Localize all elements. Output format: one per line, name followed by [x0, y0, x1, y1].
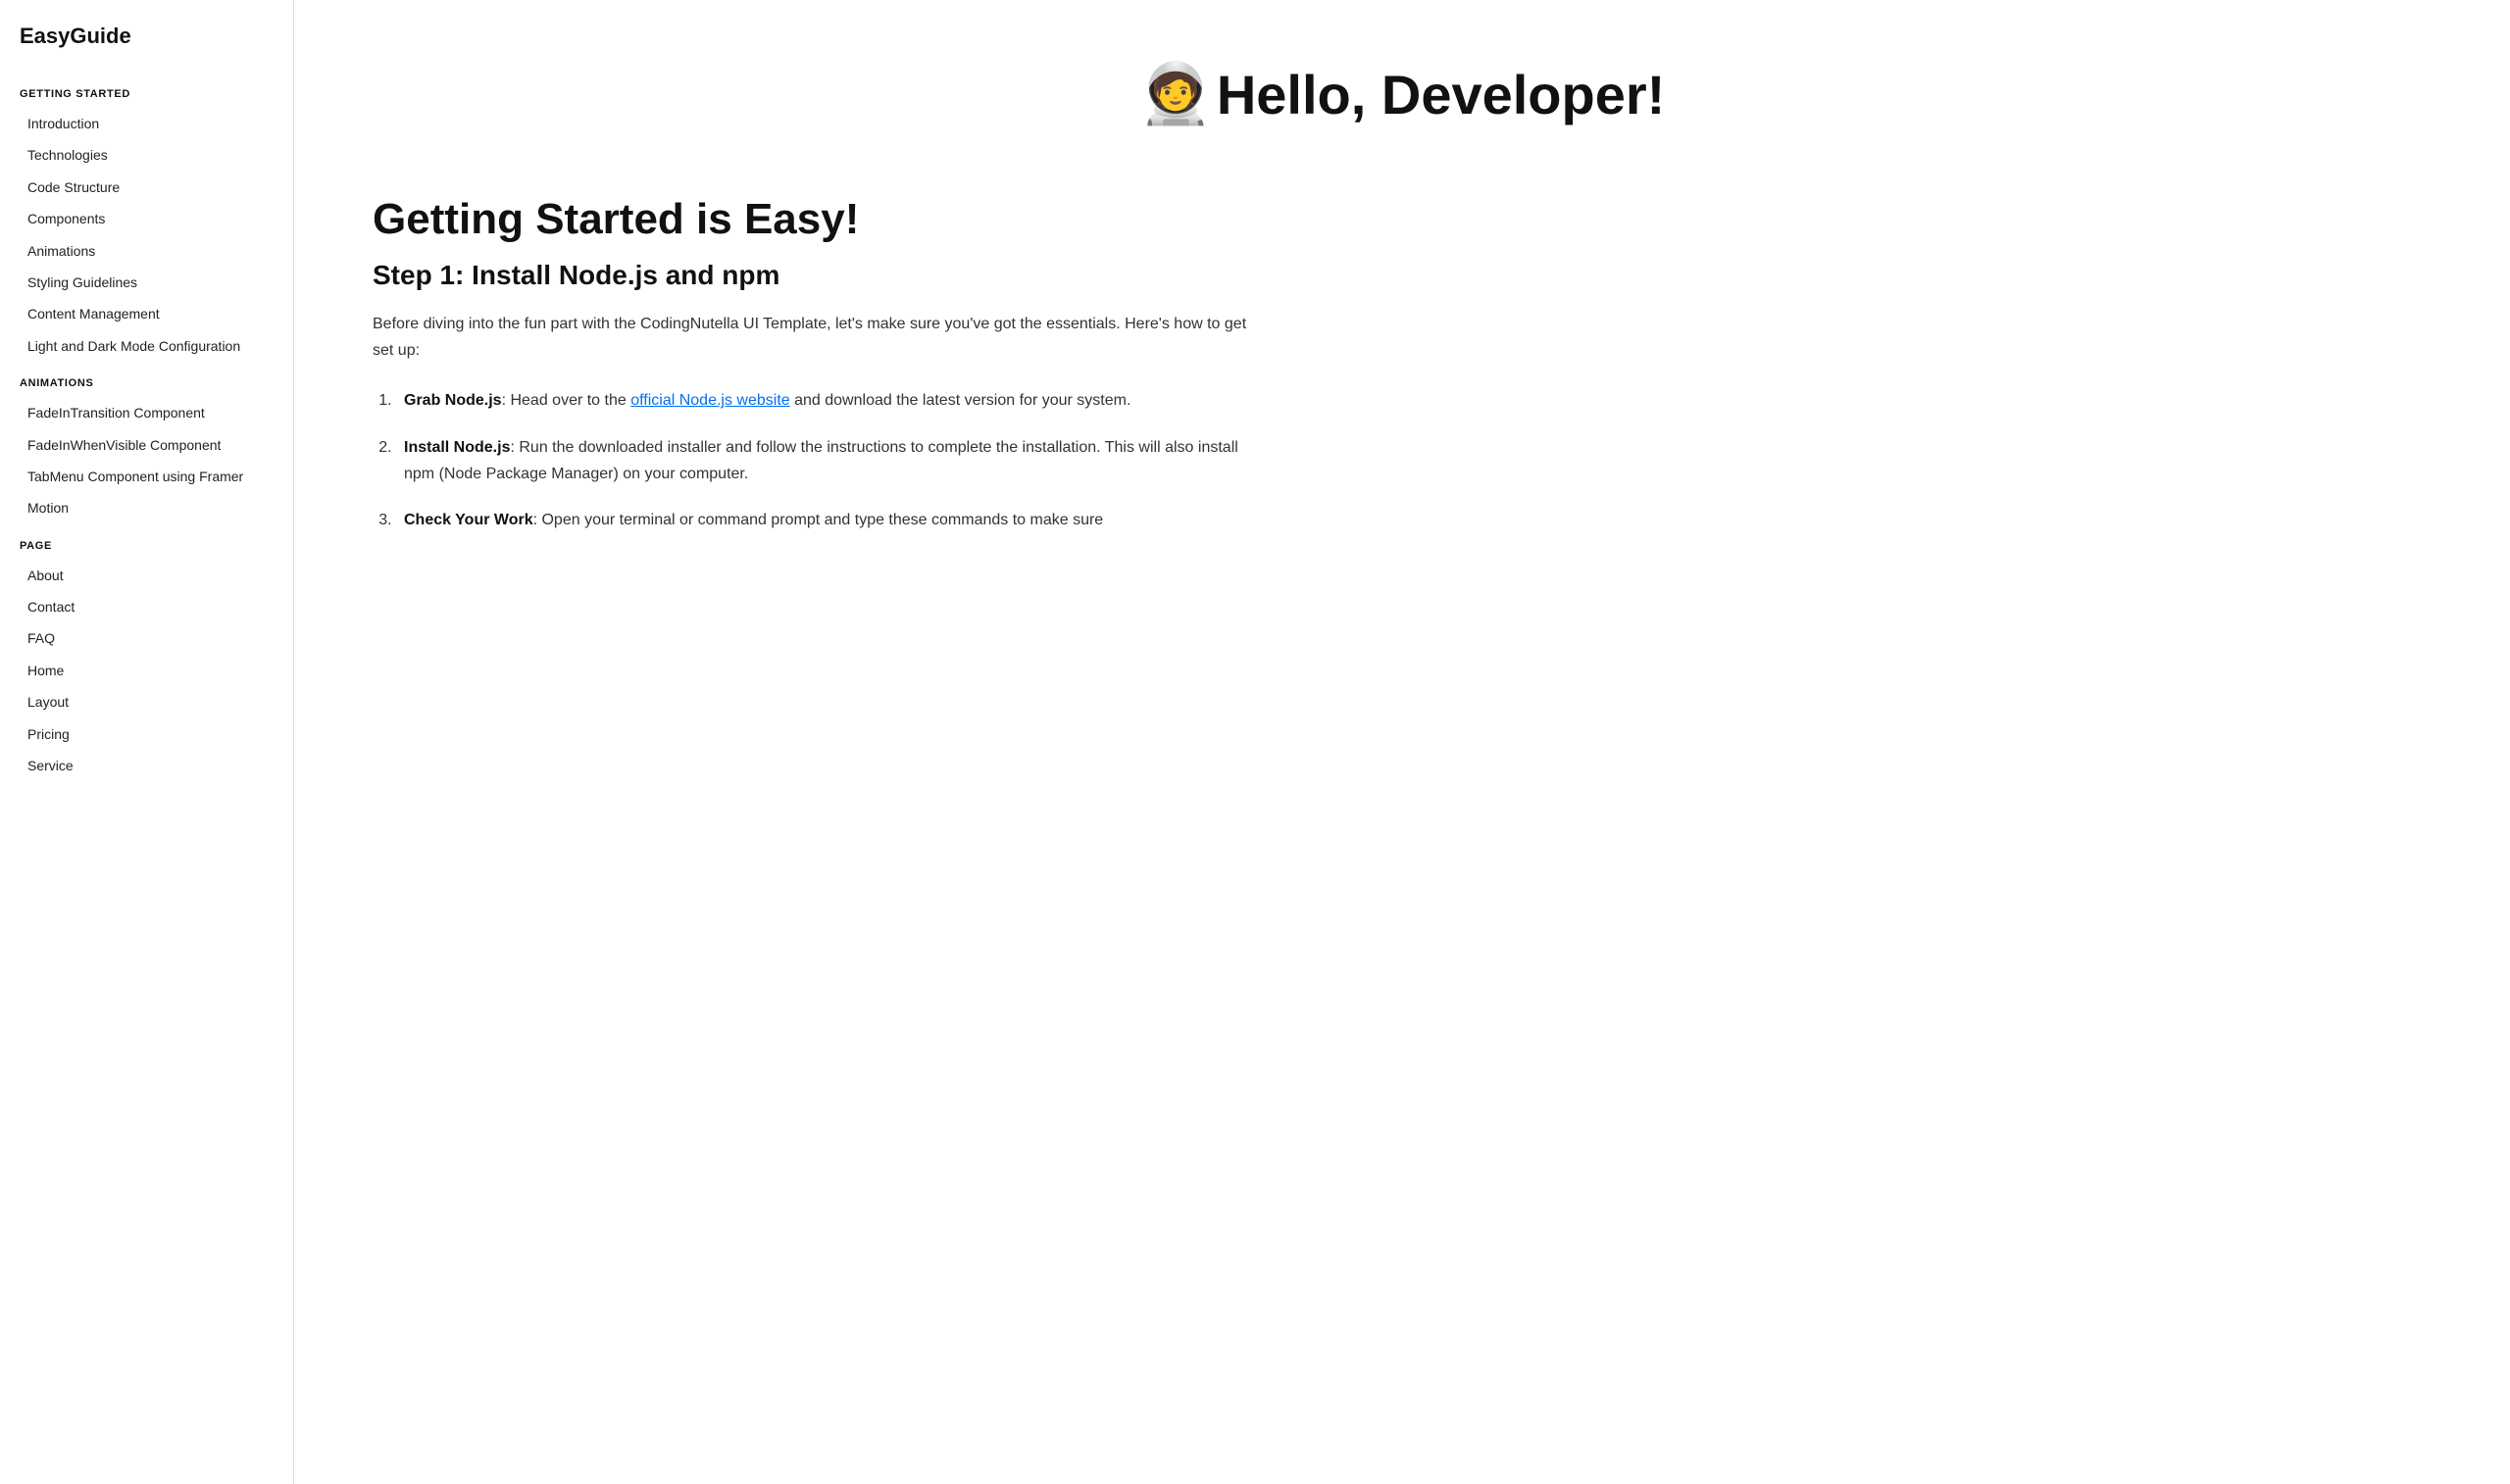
step1-heading: Step 1: Install Node.js and npm: [373, 260, 2432, 291]
sidebar-item-tabmenu-framer[interactable]: TabMenu Component using Framer: [0, 461, 293, 492]
hero-title: Hello, Developer!: [1217, 64, 1665, 125]
list-item: Install Node.js: Run the downloaded inst…: [396, 434, 1255, 487]
sidebar-item-styling-guidelines[interactable]: Styling Guidelines: [0, 267, 293, 298]
sidebar-item-about[interactable]: About: [0, 560, 293, 591]
steps-list: Grab Node.js: Head over to the official …: [373, 387, 1255, 533]
sidebar: EasyGuide GETTING STARTEDIntroductionTec…: [0, 0, 294, 1484]
sidebar-item-service[interactable]: Service: [0, 750, 293, 781]
sidebar-item-content-management[interactable]: Content Management: [0, 298, 293, 329]
sidebar-item-code-structure[interactable]: Code Structure: [0, 172, 293, 203]
sidebar-item-contact[interactable]: Contact: [0, 591, 293, 622]
hero-emoji: 🧑‍🚀: [1139, 59, 1213, 128]
sidebar-item-layout[interactable]: Layout: [0, 686, 293, 717]
sidebar-item-pricing[interactable]: Pricing: [0, 718, 293, 750]
list-item: Grab Node.js: Head over to the official …: [396, 387, 1255, 414]
step-bold: Install Node.js: [404, 439, 510, 456]
sidebar-item-light-dark-mode[interactable]: Light and Dark Mode Configuration: [0, 330, 293, 362]
sidebar-logo: EasyGuide: [0, 24, 293, 73]
sidebar-item-fadein-visible[interactable]: FadeInWhenVisible Component: [0, 429, 293, 461]
step-bold: Grab Node.js: [404, 392, 502, 409]
list-item: Check Your Work: Open your terminal or c…: [396, 507, 1255, 533]
hero-section: 🧑‍🚀 Hello, Developer!: [373, 59, 2432, 136]
sidebar-item-components[interactable]: Components: [0, 203, 293, 234]
content-section: Getting Started is Easy! Step 1: Install…: [373, 195, 2432, 533]
sidebar-item-introduction[interactable]: Introduction: [0, 108, 293, 139]
sidebar-item-fadein-transition[interactable]: FadeInTransition Component: [0, 397, 293, 428]
main-content: 🧑‍🚀 Hello, Developer! Getting Started is…: [294, 0, 2510, 1484]
section-title: Getting Started is Easy!: [373, 195, 2432, 244]
step-bold: Check Your Work: [404, 512, 533, 528]
nodejs-link[interactable]: official Node.js website: [630, 392, 789, 409]
sidebar-item-technologies[interactable]: Technologies: [0, 139, 293, 171]
sidebar-item-home[interactable]: Home: [0, 655, 293, 686]
sidebar-section-getting-started: GETTING STARTED: [0, 73, 293, 108]
sidebar-item-motion[interactable]: Motion: [0, 492, 293, 523]
sidebar-section-page: PAGE: [0, 524, 293, 560]
step1-intro: Before diving into the fun part with the…: [373, 311, 1255, 364]
sidebar-section-animations: ANIMATIONS: [0, 362, 293, 397]
sidebar-item-animations[interactable]: Animations: [0, 235, 293, 267]
sidebar-item-faq[interactable]: FAQ: [0, 622, 293, 654]
